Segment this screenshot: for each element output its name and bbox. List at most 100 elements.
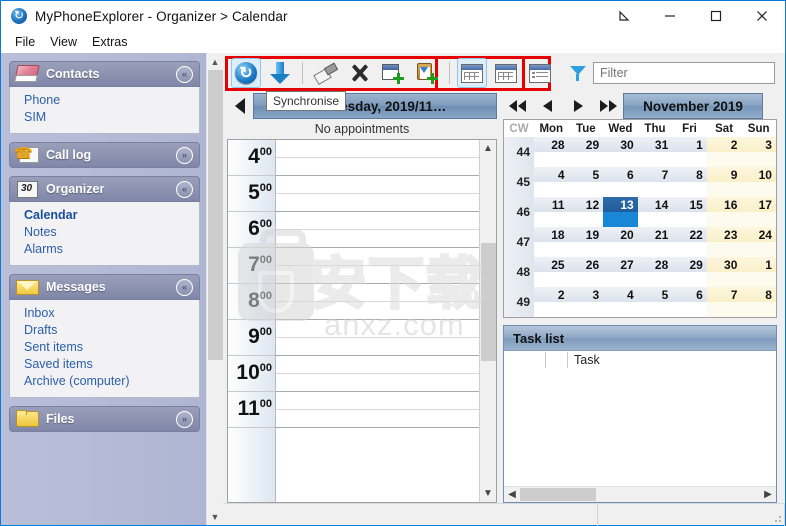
sidebar-item-drafts[interactable]: Drafts — [24, 322, 199, 339]
view-list-button[interactable] — [525, 58, 555, 88]
calendar-day-cell[interactable]: 17 — [741, 197, 776, 212]
scrollbar-thumb[interactable] — [520, 487, 596, 501]
previous-day-button[interactable] — [227, 93, 253, 119]
calendar-day-cell-fill[interactable] — [637, 182, 673, 197]
chevron-right-icon[interactable]: ▶ — [760, 489, 776, 500]
calendar-day-cell[interactable]: 15 — [672, 197, 707, 212]
time-slot[interactable] — [276, 194, 479, 212]
menu-file[interactable]: File — [11, 33, 46, 51]
time-slot[interactable] — [276, 320, 479, 338]
sidebar-item-archive[interactable]: Archive (computer) — [24, 373, 199, 390]
calendar-day-cell[interactable]: 2 — [534, 287, 569, 302]
close-button[interactable] — [739, 1, 785, 31]
calendar-day-cell-fill[interactable] — [741, 212, 776, 227]
calendar-day-cell[interactable]: 8 — [741, 287, 776, 302]
time-slot[interactable] — [276, 338, 479, 356]
day-grid-scrollbar[interactable]: ▲ ▼ — [479, 140, 496, 502]
sidebar-header-messages[interactable]: Messages « — [9, 274, 200, 300]
scrollbar-track[interactable] — [479, 157, 496, 485]
time-slot[interactable] — [276, 266, 479, 284]
calendar-day-cell-fill[interactable] — [741, 272, 776, 287]
calendar-day-cell-fill[interactable] — [741, 242, 776, 257]
calendar-day-cell[interactable]: 27 — [603, 257, 638, 272]
calendar-day-cell[interactable]: 8 — [672, 167, 707, 182]
calendar-day-cell-fill[interactable] — [603, 302, 638, 317]
time-slot[interactable] — [276, 410, 479, 428]
calendar-day-cell-fill[interactable] — [534, 302, 569, 317]
next-month-button[interactable] — [563, 93, 593, 119]
download-button[interactable] — [265, 58, 295, 88]
calendar-day-cell-fill[interactable] — [568, 152, 604, 167]
calendar-day-cell[interactable]: 6 — [603, 167, 638, 182]
calendar-day-cell-fill[interactable] — [637, 242, 673, 257]
calendar-day-cell[interactable]: 5 — [637, 287, 673, 302]
sidebar-item-sim[interactable]: SIM — [24, 109, 199, 126]
view-day-button[interactable] — [457, 58, 487, 88]
scrollbar-track[interactable] — [520, 487, 760, 503]
time-slot[interactable] — [276, 392, 479, 410]
calendar-day-cell[interactable]: 3 — [741, 137, 776, 152]
time-slot[interactable] — [276, 248, 479, 266]
calendar-day-cell-fill[interactable] — [706, 152, 742, 167]
chevron-down-icon[interactable]: » — [176, 147, 193, 164]
sidebar-item-saved-items[interactable]: Saved items — [24, 356, 199, 373]
calendar-day-cell-fill[interactable] — [672, 212, 707, 227]
calendar-day-cell-fill[interactable] — [603, 242, 638, 257]
sidebar-header-organizer[interactable]: Organizer « — [9, 176, 200, 202]
calendar-day-cell-fill[interactable] — [741, 302, 776, 317]
view-table-button[interactable] — [491, 58, 521, 88]
restore-size-icon[interactable] — [601, 1, 647, 31]
scroll-down-icon[interactable]: ▼ — [207, 508, 224, 525]
chevron-up-icon[interactable]: « — [176, 279, 193, 296]
calendar-day-cell[interactable]: 24 — [741, 227, 776, 242]
calendar-day-cell[interactable]: 31 — [637, 137, 673, 152]
calendar-day-cell-fill[interactable] — [672, 272, 707, 287]
new-appointment-button[interactable] — [378, 58, 408, 88]
calendar-day-cell[interactable]: 16 — [706, 197, 742, 212]
calendar-day-cell-fill[interactable] — [637, 212, 673, 227]
calendar-day-cell-fill[interactable] — [603, 182, 638, 197]
calendar-day-cell-fill[interactable] — [672, 182, 707, 197]
calendar-day-cell[interactable]: 26 — [568, 257, 604, 272]
next-year-button[interactable] — [593, 93, 623, 119]
calendar-day-cell-fill[interactable] — [637, 272, 673, 287]
calendar-day-cell[interactable]: 2 — [706, 137, 742, 152]
calendar-day-cell[interactable]: 20 — [603, 227, 638, 242]
chevron-left-icon[interactable]: ◀ — [504, 489, 520, 500]
appointment-slots[interactable] — [276, 140, 479, 502]
calendar-day-cell-fill[interactable] — [534, 272, 569, 287]
chevron-up-icon[interactable]: « — [176, 66, 193, 83]
calendar-day-cell[interactable]: 7 — [706, 287, 742, 302]
calendar-day-cell[interactable]: 18 — [534, 227, 569, 242]
calendar-day-cell[interactable]: 1 — [741, 257, 776, 272]
resize-grip-icon[interactable] — [771, 513, 782, 523]
sidebar-header-files[interactable]: Files » — [9, 406, 200, 432]
calendar-day-cell[interactable]: 30 — [603, 137, 638, 152]
calendar-day-cell-fill[interactable] — [672, 152, 707, 167]
calendar-day-cell[interactable]: 5 — [568, 167, 604, 182]
scrollbar-thumb[interactable] — [480, 243, 496, 361]
scrollbar-thumb[interactable] — [207, 70, 223, 360]
calendar-day-cell-fill[interactable] — [568, 182, 604, 197]
calendar-day-cell[interactable]: 6 — [672, 287, 707, 302]
calendar-day-cell[interactable]: 29 — [672, 257, 707, 272]
calendar-day-cell[interactable]: 23 — [706, 227, 742, 242]
chevron-up-icon[interactable]: ▲ — [480, 140, 497, 157]
time-slot[interactable] — [276, 230, 479, 248]
calendar-day-cell[interactable]: 12 — [568, 197, 604, 212]
calendar-day-cell-fill[interactable] — [568, 272, 604, 287]
calendar-day-cell-fill[interactable] — [534, 152, 569, 167]
task-list-body[interactable]: Task — [504, 350, 776, 486]
calendar-day-cell[interactable]: 10 — [741, 167, 776, 182]
scrollbar-track[interactable] — [206, 70, 224, 508]
calendar-day-cell[interactable]: 25 — [534, 257, 569, 272]
sidebar-item-calendar[interactable]: Calendar — [24, 207, 199, 224]
time-slot[interactable] — [276, 140, 479, 158]
minimize-button[interactable] — [647, 1, 693, 31]
calendar-day-cell-fill[interactable] — [534, 242, 569, 257]
calendar-day-cell[interactable]: 29 — [568, 137, 604, 152]
calendar-day-cell[interactable]: 4 — [534, 167, 569, 182]
time-slot[interactable] — [276, 284, 479, 302]
calendar-day-cell[interactable]: 30 — [706, 257, 742, 272]
sidebar-item-inbox[interactable]: Inbox — [24, 305, 199, 322]
